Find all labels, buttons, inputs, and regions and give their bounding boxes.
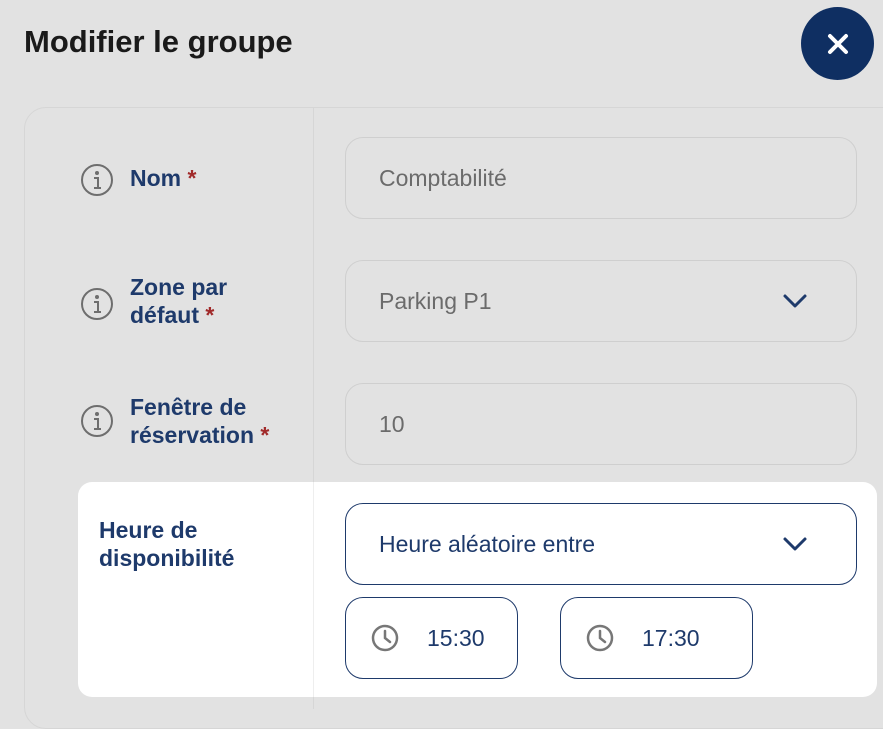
- info-icon[interactable]: [80, 404, 114, 438]
- end-time-input[interactable]: 17:30: [560, 597, 753, 679]
- fenetre-input-value: 10: [379, 410, 405, 437]
- heure-label-line1: Heure de: [99, 517, 198, 543]
- close-icon: [827, 33, 848, 54]
- heure-label: Heure de disponibilité: [99, 516, 234, 572]
- zone-label: Zone par défaut *: [130, 273, 227, 329]
- close-button[interactable]: [801, 7, 874, 80]
- fenetre-label: Fenêtre de réservation *: [130, 393, 269, 449]
- fenetre-label-line2: réservation: [130, 422, 255, 448]
- start-time-value: 15:30: [427, 624, 485, 651]
- section-divider: [313, 482, 314, 697]
- clock-icon: [371, 624, 399, 652]
- nom-label-text: Nom: [130, 165, 182, 191]
- chevron-down-icon: [783, 537, 807, 551]
- heure-label-line2: disponibilité: [99, 545, 235, 571]
- end-time-value: 17:30: [642, 624, 700, 651]
- dialog-title: Modifier le groupe: [24, 24, 293, 59]
- required-marker: *: [260, 422, 270, 448]
- chevron-down-icon: [783, 294, 807, 308]
- start-time-input[interactable]: 15:30: [345, 597, 518, 679]
- zone-label-line1: Zone par: [130, 274, 228, 300]
- info-icon[interactable]: [80, 163, 114, 197]
- required-marker: *: [205, 302, 215, 328]
- info-icon[interactable]: [80, 287, 114, 321]
- zone-select[interactable]: Parking P1: [345, 260, 857, 342]
- clock-icon: [586, 624, 614, 652]
- required-marker: *: [187, 165, 197, 191]
- heure-mode-value: Heure aléatoire entre: [379, 530, 596, 557]
- nom-label: Nom *: [130, 164, 196, 192]
- nom-input[interactable]: Comptabilité: [345, 137, 857, 219]
- fenetre-input[interactable]: 10: [345, 383, 857, 465]
- nom-input-value: Comptabilité: [379, 164, 507, 191]
- zone-label-line2: défaut: [130, 302, 199, 328]
- heure-mode-select[interactable]: Heure aléatoire entre: [345, 503, 857, 585]
- zone-select-value: Parking P1: [379, 287, 492, 314]
- fenetre-label-line1: Fenêtre de: [130, 394, 247, 420]
